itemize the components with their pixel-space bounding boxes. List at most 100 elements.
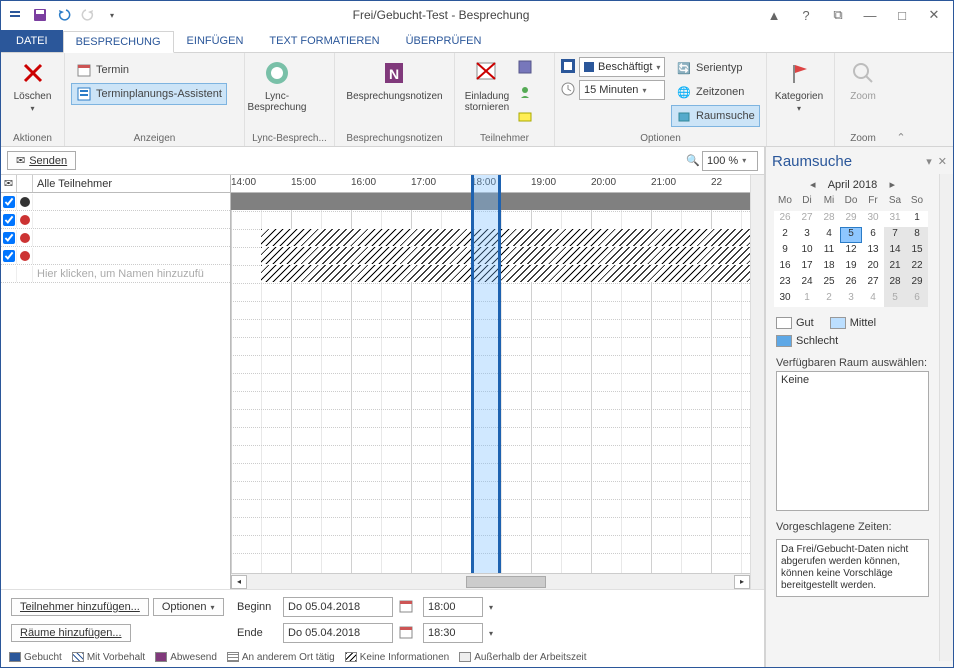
tab-file[interactable]: DATEI bbox=[1, 30, 63, 52]
calendar-day[interactable]: 6 bbox=[862, 227, 884, 243]
save-icon[interactable] bbox=[29, 4, 51, 26]
calendar-day[interactable]: 9 bbox=[774, 243, 796, 259]
calendar-day[interactable]: 8 bbox=[906, 227, 928, 243]
calendar-day[interactable]: 1 bbox=[796, 291, 818, 307]
calendar-day[interactable]: 13 bbox=[862, 243, 884, 259]
calendar-day[interactable]: 29 bbox=[840, 211, 862, 227]
add-attendees-button[interactable]: Teilnehmer hinzufügen... bbox=[11, 598, 149, 616]
maximize-button[interactable]: □ bbox=[887, 5, 917, 25]
timezones-button[interactable]: 🌐Zeitzonen bbox=[671, 81, 760, 103]
collapse-ribbon-icon[interactable]: ⌃ bbox=[896, 131, 905, 144]
response-options-icon[interactable] bbox=[517, 109, 533, 128]
calendar-day[interactable]: 27 bbox=[862, 275, 884, 291]
qat-dropdown-icon[interactable]: ▾ bbox=[101, 4, 123, 26]
vertical-scrollbar[interactable] bbox=[750, 175, 764, 589]
calendar-day[interactable]: 11 bbox=[818, 243, 840, 259]
calendar-day[interactable]: 25 bbox=[818, 275, 840, 291]
calendar-day[interactable]: 28 bbox=[818, 211, 840, 227]
mini-calendar[interactable]: MoDiMiDoFrSaSo26272829303112345678910111… bbox=[774, 195, 931, 307]
calendar-day[interactable]: 20 bbox=[862, 259, 884, 275]
attendee-checkbox[interactable] bbox=[3, 214, 15, 226]
calendar-day[interactable]: 31 bbox=[884, 211, 906, 227]
calendar-day[interactable]: 5 bbox=[884, 291, 906, 307]
scroll-right-icon[interactable]: ▸ bbox=[734, 575, 750, 589]
address-book-icon[interactable] bbox=[517, 59, 533, 78]
calendar-day[interactable]: 4 bbox=[818, 227, 840, 243]
end-time-dropdown-icon[interactable]: ▾ bbox=[489, 629, 505, 638]
attendee-checkbox[interactable] bbox=[3, 196, 15, 208]
redo-icon[interactable] bbox=[77, 4, 99, 26]
end-time-field[interactable]: 18:30 bbox=[423, 623, 483, 643]
scroll-left-icon[interactable]: ◂ bbox=[231, 575, 247, 589]
undo-icon[interactable] bbox=[53, 4, 75, 26]
minimize-button[interactable]: — bbox=[855, 5, 885, 25]
calendar-day[interactable]: 19 bbox=[840, 259, 862, 275]
calendar-day[interactable]: 7 bbox=[884, 227, 906, 243]
ribbon-display-icon[interactable]: ⧉ bbox=[823, 5, 853, 25]
calendar-day[interactable]: 4 bbox=[862, 291, 884, 307]
prev-month-icon[interactable]: ◂ bbox=[806, 178, 820, 191]
calendar-day[interactable]: 15 bbox=[906, 243, 928, 259]
start-time-field[interactable]: 18:00 bbox=[423, 597, 483, 617]
calendar-day[interactable]: 12 bbox=[840, 243, 862, 259]
horizontal-scrollbar[interactable]: ◂ ▸ bbox=[231, 573, 750, 589]
lync-meeting-button[interactable]: Lync- Besprechung bbox=[251, 55, 303, 113]
pane-options-icon[interactable]: ▾ bbox=[926, 155, 932, 168]
show-as-dropdown[interactable]: Beschäftigt▾ bbox=[579, 57, 665, 77]
categories-button[interactable]: Kategorien ▾ bbox=[773, 55, 825, 113]
cancel-invitation-button[interactable]: Einladung stornieren bbox=[461, 55, 513, 113]
calendar-day[interactable]: 1 bbox=[906, 211, 928, 227]
zoom-dropdown[interactable]: 100 %▾ bbox=[702, 151, 758, 171]
pane-close-icon[interactable]: ✕ bbox=[938, 155, 947, 168]
check-names-icon[interactable] bbox=[517, 84, 533, 103]
recurrence-button[interactable]: 🔄Serientyp bbox=[671, 57, 760, 79]
attendee-checkbox[interactable] bbox=[3, 232, 15, 244]
end-date-field[interactable]: Do 05.04.2018 bbox=[283, 623, 393, 643]
calendar-day[interactable]: 26 bbox=[774, 211, 796, 227]
room-finder-button[interactable]: Raumsuche bbox=[671, 105, 760, 127]
calendar-day[interactable]: 3 bbox=[840, 291, 862, 307]
calendar-day[interactable]: 14 bbox=[884, 243, 906, 259]
selection-range[interactable] bbox=[471, 193, 501, 573]
qat-menu-icon[interactable] bbox=[5, 4, 27, 26]
tab-formattext[interactable]: TEXT FORMATIEREN bbox=[256, 30, 392, 52]
options-button[interactable]: Optionen ▾ bbox=[153, 598, 224, 616]
reminder-dropdown[interactable]: 15 Minuten▾ bbox=[579, 80, 665, 100]
add-attendee-row[interactable]: Hier klicken, um Namen hinzuzufü bbox=[1, 265, 230, 283]
calendar-day[interactable]: 28 bbox=[884, 275, 906, 291]
delete-button[interactable]: Löschen ▾ bbox=[7, 55, 58, 113]
calendar-day[interactable]: 23 bbox=[774, 275, 796, 291]
add-rooms-button[interactable]: Räume hinzufügen... bbox=[11, 624, 131, 642]
calendar-day[interactable]: 5 bbox=[840, 227, 862, 243]
calendar-day[interactable]: 2 bbox=[818, 291, 840, 307]
date-picker-icon[interactable] bbox=[399, 599, 417, 616]
attendee-row[interactable] bbox=[1, 229, 230, 247]
search-icon[interactable]: 🔍 bbox=[686, 154, 700, 167]
calendar-day[interactable]: 18 bbox=[818, 259, 840, 275]
meeting-notes-button[interactable]: N Besprechungsnotizen bbox=[341, 55, 448, 102]
tab-meeting[interactable]: BESPRECHUNG bbox=[63, 31, 174, 53]
scheduling-assistant-button[interactable]: Terminplanungs-Assistent bbox=[71, 83, 227, 105]
select-all-checkbox[interactable]: ✉ bbox=[1, 175, 17, 192]
send-button[interactable]: ✉ Senden bbox=[7, 151, 76, 170]
start-date-field[interactable]: Do 05.04.2018 bbox=[283, 597, 393, 617]
calendar-day[interactable]: 2 bbox=[774, 227, 796, 243]
schedule-grid[interactable] bbox=[231, 193, 750, 573]
attendee-checkbox[interactable] bbox=[3, 250, 15, 262]
help-icon[interactable]: ? bbox=[791, 5, 821, 25]
calendar-day[interactable]: 30 bbox=[774, 291, 796, 307]
calendar-day[interactable]: 27 bbox=[796, 211, 818, 227]
calendar-day[interactable]: 29 bbox=[906, 275, 928, 291]
termin-button[interactable]: Termin bbox=[71, 59, 227, 81]
ribbon-options-icon[interactable]: ▲ bbox=[759, 5, 789, 25]
calendar-day[interactable]: 3 bbox=[796, 227, 818, 243]
zoom-button[interactable]: Zoom bbox=[841, 55, 885, 102]
pane-scrollbar[interactable] bbox=[939, 174, 953, 661]
room-listbox[interactable]: Keine bbox=[776, 371, 929, 511]
tab-insert[interactable]: EINFÜGEN bbox=[174, 30, 257, 52]
calendar-day[interactable]: 17 bbox=[796, 259, 818, 275]
attendee-row[interactable] bbox=[1, 247, 230, 265]
calendar-day[interactable]: 21 bbox=[884, 259, 906, 275]
calendar-day[interactable]: 26 bbox=[840, 275, 862, 291]
tab-review[interactable]: ÜBERPRÜFEN bbox=[393, 30, 495, 52]
